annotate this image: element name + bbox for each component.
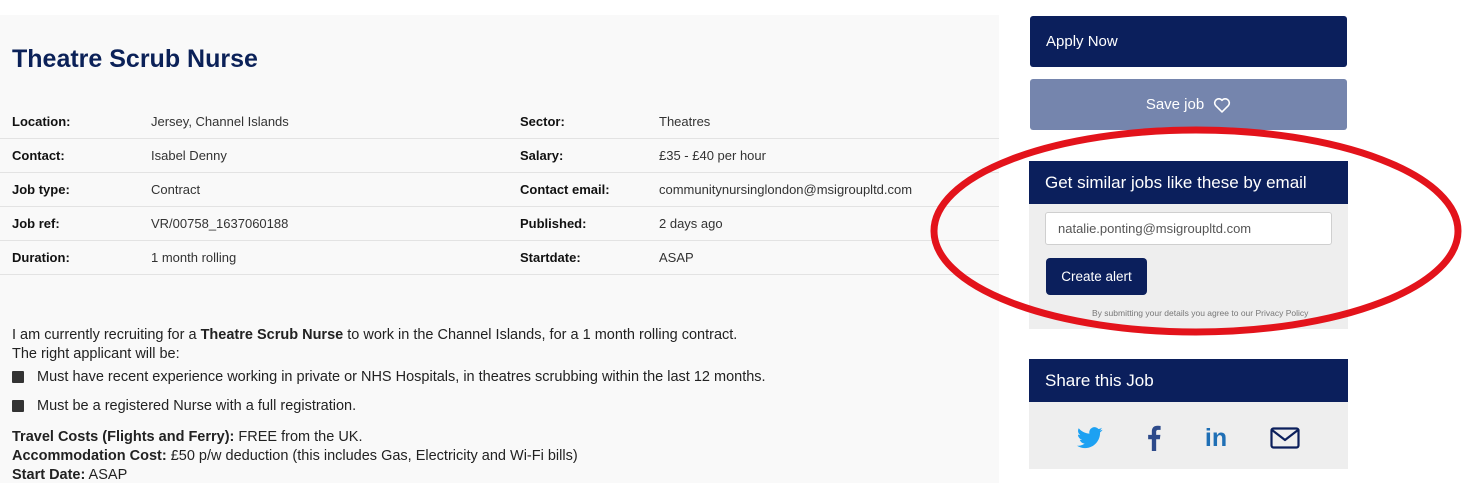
apply-now-button[interactable]: Apply Now (1030, 16, 1347, 67)
travel-costs: Travel Costs (Flights and Ferry): FREE f… (12, 429, 363, 445)
detail-row: Job type: Contract Contact email: commun… (0, 173, 999, 207)
job-description: I am currently recruiting for a Theatre … (12, 326, 992, 483)
heart-icon (1214, 97, 1231, 113)
email-icon[interactable] (1269, 422, 1301, 454)
job-details-table: Location: Jersey, Channel Islands Sector… (0, 105, 999, 275)
share-heading: Share this Job (1029, 359, 1348, 402)
save-job-label: Save job (1145, 96, 1205, 113)
detail-label: Salary: (520, 148, 564, 163)
job-detail-panel: Theatre Scrub Nurse Location: Jersey, Ch… (0, 15, 999, 483)
detail-value: 2 days ago (659, 216, 723, 231)
detail-label: Startdate: (520, 250, 581, 265)
description-intro: I am currently recruiting for a Theatre … (12, 327, 738, 343)
linkedin-icon[interactable]: in (1200, 422, 1232, 454)
detail-label: Contact: (12, 148, 65, 163)
detail-row: Location: Jersey, Channel Islands Sector… (0, 105, 999, 139)
create-alert-button[interactable]: Create alert (1046, 258, 1147, 295)
twitter-icon[interactable] (1074, 422, 1106, 454)
save-job-button[interactable]: Save job (1030, 79, 1347, 130)
detail-label: Sector: (520, 114, 565, 129)
job-alert-heading: Get similar jobs like these by email (1029, 161, 1348, 204)
detail-value: Contract (151, 182, 201, 197)
detail-label: Job type: (12, 182, 70, 197)
facebook-icon[interactable] (1138, 422, 1170, 454)
detail-label: Published: (520, 216, 587, 231)
detail-value: Isabel Denny (151, 148, 227, 163)
detail-label: Location: (12, 114, 71, 129)
job-alert-panel: Get similar jobs like these by email nat… (1029, 161, 1348, 329)
list-item: Must be a registered Nurse with a full r… (12, 397, 992, 416)
detail-label: Job ref: (12, 216, 60, 231)
detail-value: 1 month rolling (151, 250, 237, 265)
detail-row: Job ref: VR/00758_1637060188 Published: … (0, 207, 999, 241)
alert-email-input[interactable]: natalie.ponting@msigroupltd.com (1045, 212, 1332, 245)
detail-label: Contact email: (520, 182, 610, 197)
detail-value: Theatres (659, 114, 711, 129)
share-job-panel: Share this Job in (1029, 359, 1348, 469)
accommodation-cost: Accommodation Cost: £50 p/w deduction (t… (12, 448, 578, 464)
start-date: Start Date: ASAP (12, 467, 128, 483)
detail-value: Jersey, Channel Islands (151, 114, 289, 129)
detail-value: ASAP (659, 250, 694, 265)
detail-row: Duration: 1 month rolling Startdate: ASA… (0, 241, 999, 275)
detail-value: VR/00758_1637060188 (151, 216, 289, 231)
bullet-square-icon (12, 371, 24, 383)
description-line: The right applicant will be: (12, 346, 180, 362)
job-extras: Travel Costs (Flights and Ferry): FREE f… (12, 428, 992, 483)
bullet-square-icon (12, 400, 24, 412)
list-item: Must have recent experience working in p… (12, 368, 992, 387)
detail-row: Contact: Isabel Denny Salary: £35 - £40 … (0, 139, 999, 173)
detail-label: Duration: (12, 250, 70, 265)
share-icons: in (1029, 402, 1348, 469)
contact-email-value: communitynursinglondon@msigroupltd.com (659, 182, 913, 197)
privacy-note: By submitting your details you agree to … (1092, 308, 1309, 318)
page-title: Theatre Scrub Nurse (12, 45, 258, 73)
detail-value: £35 - £40 per hour (659, 148, 766, 163)
